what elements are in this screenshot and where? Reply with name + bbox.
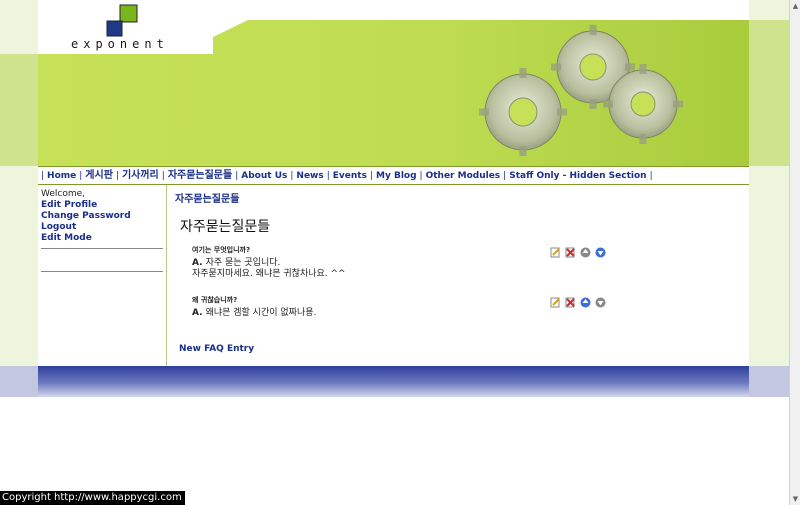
nav-item-home[interactable]: Home [47,171,76,181]
answer-prefix: A. [192,258,203,268]
site-header: exponent [38,0,749,166]
sidebar: Welcome, Edit Profile Change Password Lo… [38,185,167,366]
change-password-link[interactable]: Change Password [41,211,131,221]
faq-actions [550,243,610,258]
right-gutter-band [749,20,789,166]
left-gutter-band [0,54,38,166]
logout-link[interactable]: Logout [41,222,76,232]
edit-icon[interactable] [550,243,561,258]
answer-line: 자주묻지마세요. 왜냐믄 귀찮차나요. ^^ [192,269,346,279]
answer-line: 왜냐믄 겜할 시간이 없짜나용. [205,308,317,318]
move-up-icon[interactable] [580,293,591,308]
nav-item-my-blog[interactable]: My Blog [376,171,417,181]
faq-actions [550,293,610,308]
breadcrumb[interactable]: 자주묻는질문들 [175,190,239,205]
nav-item-board[interactable]: 게시판 [85,170,113,181]
delete-icon[interactable] [565,243,576,258]
move-down-icon[interactable] [595,243,606,258]
gears-illustration [479,25,683,156]
logo-icon[interactable] [104,4,142,38]
nav-item-news[interactable]: News [296,171,323,181]
edit-profile-link[interactable]: Edit Profile [41,200,97,210]
delete-icon[interactable] [565,293,576,308]
sidebar-divider [41,248,163,249]
browser-page: exponent | Home | 게시판 | 기사꺼리 | 자주묻는질문들 |… [0,0,789,505]
nav-item-articles[interactable]: 기사꺼리 [122,170,159,181]
copyright-watermark: Copyright http://www.happycgi.com [0,491,185,505]
sidebar-divider [41,271,163,272]
answer-prefix: A. [192,308,203,318]
nav-item-staff-only[interactable]: Staff Only - Hidden Section [509,171,646,181]
page-title: 자주묻는질문들 [180,219,271,235]
move-up-icon[interactable] [580,243,591,258]
answer-line: 자주 묻는 곳입니다. [205,258,281,268]
faq-answer: A. 왜냐믄 겜할 시간이 없짜나용. [192,308,316,319]
edit-mode-link[interactable]: Edit Mode [41,233,92,243]
nav-item-about-us[interactable]: About Us [241,171,287,181]
scroll-down-icon[interactable]: ▼ [791,494,800,504]
edit-icon[interactable] [550,293,561,308]
footer-gradient [38,366,749,397]
move-down-icon[interactable] [595,293,606,308]
new-faq-entry-link[interactable]: New FAQ Entry [179,344,254,354]
faq-answer: A. 자주 묻는 곳입니다. 자주묻지마세요. 왜냐믄 귀찮차나요. ^^ [192,258,346,280]
main-nav: | Home | 게시판 | 기사꺼리 | 자주묻는질문들 | About Us | News | Eve… [38,166,749,185]
welcome-text: Welcome, [41,189,86,199]
content-area: Welcome, Edit Profile Change Password Lo… [38,185,749,366]
brand-name[interactable]: exponent [71,37,169,51]
faq-question: 왜 귀찮습니까? [192,296,238,304]
faq-question: 여기는 무엇입니까? [192,246,251,254]
nav-item-events[interactable]: Events [333,171,367,181]
scroll-up-icon[interactable]: ▲ [791,1,800,11]
vertical-scrollbar[interactable]: ▲ ▼ [789,0,800,505]
nav-item-faq[interactable]: 자주묻는질문들 [168,170,232,181]
nav-item-other-modules[interactable]: Other Modules [426,171,501,181]
